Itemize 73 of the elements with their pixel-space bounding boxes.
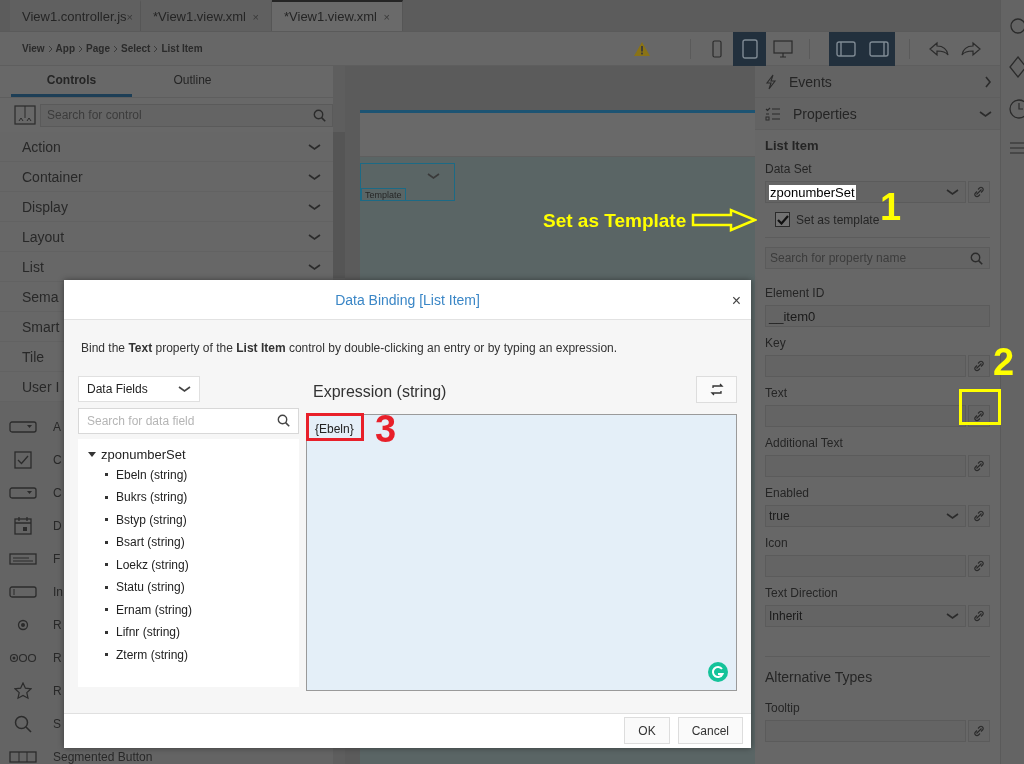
tree-item[interactable]: Bstyp (string) [116,512,187,527]
control-label[interactable]: D [53,518,62,533]
breadcrumb-link[interactable]: List Item [161,43,203,54]
field-label: Data Set [765,162,813,177]
dialog-title: Data Binding [List Item] [335,291,480,308]
input-field[interactable]: __item0 [765,305,990,327]
category-label[interactable]: Display [22,198,68,215]
instruction-text: Bind the Text property of the List Item control by double-clicking an entry or by typing an expression. [80,340,619,358]
field-label: Tooltip [765,701,801,716]
field-label: Element ID [765,286,826,301]
field-label: Text [765,386,788,401]
panel-tab[interactable]: Outline [132,66,253,97]
template-tag: Template [361,188,406,200]
select-field[interactable]: true [765,505,966,527]
control-label[interactable]: R [53,683,62,698]
expression-heading: Expression (string) [312,382,447,401]
close-icon[interactable]: × [126,10,133,23]
control-label[interactable]: F [53,551,61,566]
search-field[interactable]: Search for data field [78,407,299,434]
field-label: Enabled [765,486,811,501]
checkbox-label[interactable]: Set as template [796,212,880,227]
category-label[interactable]: Tile [22,348,45,365]
close-icon[interactable]: × [383,10,390,23]
category-label[interactable]: Smart [22,318,60,335]
tree-item[interactable]: Lifnr (string) [116,625,180,640]
tree-item[interactable]: Zterm (string) [116,647,188,662]
step-number: 2 [993,343,1015,381]
breadcrumb-link[interactable]: View [22,43,45,54]
editor-tab[interactable]: View1.controller.js× [10,0,141,31]
category-label[interactable]: User I [22,378,60,395]
breadcrumb-link[interactable]: Select [120,43,151,54]
tree-item[interactable]: Statu (string) [116,580,185,595]
tree-node[interactable]: zponumberSet [88,444,299,464]
control-label[interactable]: S [53,716,61,731]
category-label[interactable]: Action [22,138,61,155]
select-control[interactable]: Template [360,163,455,201]
field-label: Text Direction [765,586,839,601]
select-field[interactable]: Inherit [765,605,966,627]
control-label[interactable]: R [53,617,62,632]
tree-item[interactable]: Bsart (string) [116,535,185,550]
section-title: List Item [765,138,820,153]
source-dropdown[interactable]: Data Fields [78,375,200,402]
category-label[interactable]: Sema [22,288,59,305]
section-title: Alternative Types [765,669,874,685]
tree-item[interactable]: Ernam (string) [116,602,192,617]
control-label[interactable]: Segmented Button [53,749,153,764]
section-header[interactable]: Events [755,66,1000,98]
editor-tab[interactable]: *View1.view.xml × [272,0,403,31]
breadcrumb-link[interactable]: Page [86,43,110,54]
editor-tab[interactable]: *View1.view.xml × [141,0,272,31]
cancel-button[interactable]: Cancel [677,717,743,745]
category-label[interactable]: List [22,258,44,275]
close-icon[interactable]: × [731,293,741,309]
tree-item[interactable]: Ebeln (string) [116,467,188,482]
section-header[interactable]: Properties [755,98,1000,130]
breadcrumb-link[interactable]: App [55,43,76,54]
panel-tab[interactable]: Controls [11,66,132,97]
control-label[interactable]: C [53,452,62,467]
field-label: Additional Text [765,436,844,451]
category-label[interactable]: Layout [22,228,65,245]
category-label[interactable]: Container [22,168,83,185]
close-icon[interactable]: × [252,10,259,23]
control-label[interactable]: In [53,584,63,599]
tree-item[interactable]: Loekz (string) [116,557,189,572]
callout-text: Set as Template [543,210,687,230]
ok-button[interactable]: OK [624,717,670,745]
control-label[interactable]: C [53,485,62,500]
tree-item[interactable]: Bukrs (string) [116,490,188,505]
field-label: Icon [765,536,789,551]
control-label[interactable]: R [53,650,62,665]
control-label[interactable]: A [53,419,61,434]
step-number: 3 [375,410,397,448]
field-label: Key [765,336,787,351]
